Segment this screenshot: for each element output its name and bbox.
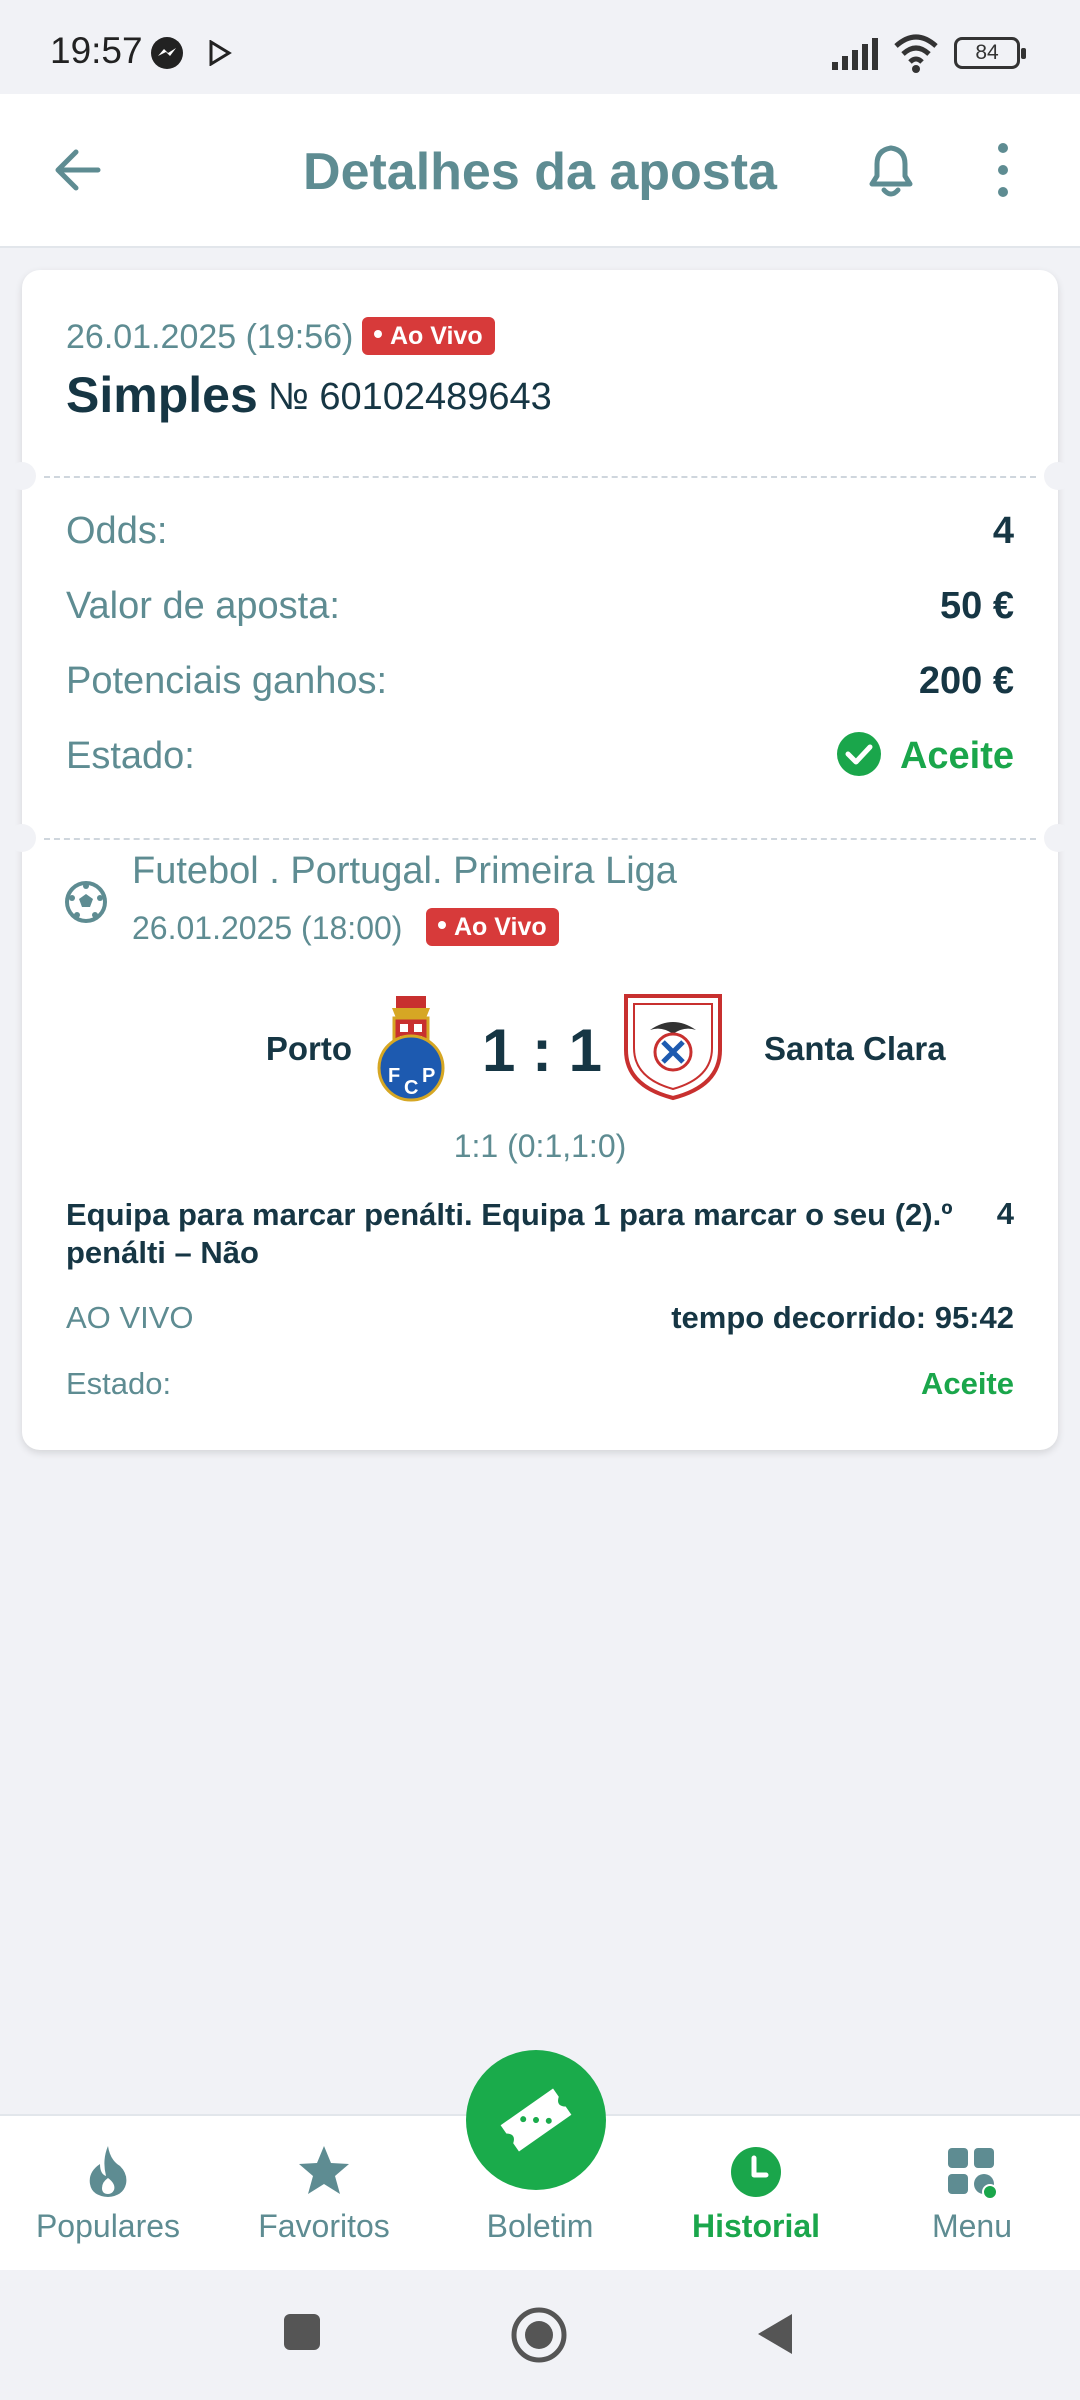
nav-favoritos[interactable]: Favoritos [216,2116,432,2272]
league-name: Futebol . Portugal. Primeira Liga [132,850,677,892]
wifi-icon [894,34,938,73]
svg-text:F: F [388,1065,400,1087]
home-team: Porto [265,1030,352,1067]
home-circle-icon[interactable] [510,2306,568,2364]
bet-status-value: Aceite [899,735,1014,777]
live-badge-label: Ao Vivo [390,322,483,350]
more-vertical-icon[interactable] [988,140,1018,200]
nav-label: Menu [931,2208,1013,2244]
bet-status-label: Estado: [66,735,195,777]
divider [44,838,1036,840]
nav-label: Favoritos [258,2208,390,2244]
clock-icon [731,2147,781,2197]
signal-icon [832,38,878,70]
nav-label: Populares [35,2208,181,2244]
play-icon [209,40,232,66]
odds-value: 4 [992,510,1014,552]
status-time: 19:57 [50,30,143,71]
star-icon [299,2146,349,2194]
boletim-button[interactable] [466,2050,606,2190]
odds-label: Odds: [66,510,168,552]
market-odds: 4 [996,1196,1014,1231]
potential-win-label: Potenciais ganhos: [66,660,388,702]
back-triangle-icon[interactable] [752,2310,796,2358]
nav-historial[interactable]: Historial [648,2116,864,2272]
bet-market: Equipa para marcar penálti. Equipa 1 par… [66,1197,953,1270]
card-notch [8,462,36,490]
card-notch [8,824,36,852]
bet-number: № 60102489643 [268,376,552,418]
nav-label: Boletim [486,2208,594,2244]
flame-icon [89,2146,127,2197]
system-nav-bar [0,2270,1080,2400]
soccer-ball-icon [65,881,107,923]
event-live-badge-label: Ao Vivo [454,913,547,941]
stake-value: 50 € [940,585,1014,627]
battery-icon: 84 [954,37,1026,69]
match-score: 1 : 1 [481,1017,603,1084]
santa-clara-crest-icon [624,994,722,1101]
card-notch [1044,462,1072,490]
svg-text:P: P [422,1065,435,1087]
potential-win-value: 200 € [918,660,1014,702]
score-detail: 1:1 (0:1,1:0) [453,1128,627,1164]
bet-type: Simples [66,367,258,423]
check-circle-icon [837,732,881,776]
porto-crest-icon: F C P [377,996,445,1102]
selection-status-label: Estado: [66,1366,172,1401]
bet-details-card: 26.01.2025 (19:56) Ao Vivo Simples № 601… [8,270,1072,1450]
grid-menu-icon [948,2148,998,2200]
svg-text:C: C [404,1077,418,1099]
event-datetime: 26.01.2025 (18:00) [132,910,403,946]
nav-label: Historial [691,2208,821,2244]
elapsed-time: tempo decorrido: 95:42 [671,1300,1014,1335]
nav-menu[interactable]: Menu [864,2116,1080,2272]
app-header: Detalhes da aposta [0,94,1080,248]
status-bar: 19:57 84 [0,0,1080,94]
nav-populares[interactable]: Populares [0,2116,216,2272]
recents-square-icon[interactable] [282,2312,322,2352]
selection-status-value: Aceite [920,1366,1014,1401]
ticket-icon [500,2088,572,2152]
divider [44,476,1036,478]
stake-label: Valor de aposta: [66,585,340,627]
away-team: Santa Clara [764,1030,946,1067]
bet-datetime: 26.01.2025 (19:56) [66,318,354,356]
card-notch [1044,824,1072,852]
messenger-icon [151,37,183,69]
bell-icon[interactable] [862,138,920,202]
live-label: AO VIVO [66,1300,194,1335]
event-live-badge: Ao Vivo [426,908,559,946]
live-badge: Ao Vivo [362,317,495,355]
